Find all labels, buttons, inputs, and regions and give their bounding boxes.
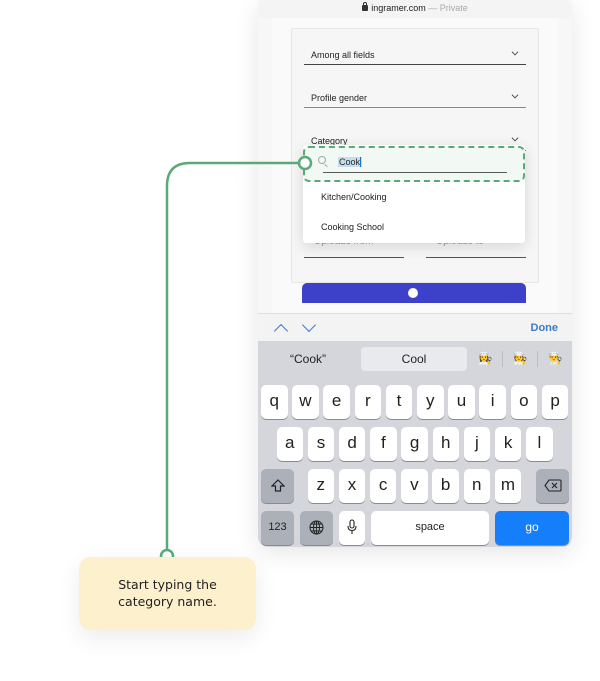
- key-v[interactable]: v: [401, 469, 428, 503]
- key-p[interactable]: p: [541, 385, 569, 419]
- key-m[interactable]: m: [494, 469, 522, 503]
- next-field-chevron-down-icon[interactable]: [301, 317, 317, 333]
- address-separator: —: [425, 3, 440, 13]
- key-y[interactable]: y: [417, 385, 444, 419]
- key-o[interactable]: o: [510, 385, 538, 419]
- select-label: Profile gender: [311, 93, 368, 103]
- address-bar[interactable]: ingramer.com — Private: [258, 0, 572, 18]
- predictive-bar: “Cook” Cool 👩‍🍳 🧑‍🍳 👨‍🍳: [258, 341, 572, 375]
- done-button[interactable]: Done: [531, 322, 559, 334]
- search-submit-button[interactable]: [302, 283, 526, 303]
- globe-icon: [309, 520, 324, 535]
- shift-icon: [270, 479, 285, 492]
- key-z[interactable]: z: [307, 469, 334, 503]
- callout-line-2: category name.: [118, 594, 217, 609]
- loading-dot: [408, 288, 418, 298]
- key-g[interactable]: g: [401, 427, 428, 461]
- profile-gender-select[interactable]: Profile gender: [304, 86, 526, 108]
- instruction-callout: Start typing the category name.: [79, 557, 256, 630]
- key-f[interactable]: f: [370, 427, 397, 461]
- backspace-icon: [543, 479, 562, 492]
- go-key[interactable]: go: [495, 511, 569, 545]
- keyboard-toolbar: Done: [258, 313, 572, 341]
- previous-field-chevron-up-icon[interactable]: [273, 323, 289, 339]
- emoji-suggestion[interactable]: 👨‍🍳: [546, 349, 564, 367]
- emoji-suggestion[interactable]: 🧑‍🍳: [511, 349, 529, 367]
- select-label: Among all fields: [311, 50, 375, 60]
- key-j[interactable]: j: [463, 427, 491, 461]
- key-q[interactable]: q: [261, 385, 288, 419]
- suggestion-divider: [502, 351, 503, 367]
- key-l[interactable]: l: [526, 427, 553, 461]
- key-t[interactable]: t: [385, 385, 413, 419]
- numbers-key[interactable]: 123: [261, 511, 294, 545]
- emoji-suggestion[interactable]: 👩‍🍳: [476, 349, 494, 367]
- key-e[interactable]: e: [323, 385, 350, 419]
- lock-icon: [362, 2, 369, 11]
- key-x[interactable]: x: [338, 469, 366, 503]
- key-b[interactable]: b: [432, 469, 459, 503]
- chevron-down-icon: [511, 48, 519, 56]
- suggestion-word[interactable]: Cool: [361, 347, 467, 371]
- suggestion-divider: [537, 351, 538, 367]
- dictation-key[interactable]: [339, 511, 365, 545]
- phone-screen: ingramer.com — Private Among all fields …: [258, 0, 572, 547]
- key-k[interactable]: k: [494, 427, 522, 461]
- key-s[interactable]: s: [307, 427, 335, 461]
- space-key[interactable]: space: [371, 511, 489, 545]
- address-domain: ingramer.com: [371, 3, 426, 13]
- private-label: Private: [439, 3, 468, 13]
- chevron-down-icon: [511, 134, 519, 142]
- among-all-fields-select[interactable]: Among all fields: [304, 43, 526, 65]
- globe-key[interactable]: [300, 511, 333, 545]
- on-screen-keyboard: “Cook” Cool 👩‍🍳 🧑‍🍳 👨‍🍳 qwertyuiop asdfg…: [258, 341, 572, 547]
- key-c[interactable]: c: [369, 469, 397, 503]
- chevron-down-icon: [511, 91, 519, 99]
- key-u[interactable]: u: [448, 385, 475, 419]
- key-i[interactable]: i: [479, 385, 506, 419]
- suggestion-literal[interactable]: “Cook”: [268, 347, 348, 371]
- shift-key[interactable]: [261, 469, 294, 503]
- key-n[interactable]: n: [463, 469, 490, 503]
- key-d[interactable]: d: [338, 427, 366, 461]
- key-w[interactable]: w: [292, 385, 319, 419]
- backspace-key[interactable]: [536, 469, 569, 503]
- callout-line-1: Start typing the: [118, 577, 217, 592]
- key-a[interactable]: a: [276, 427, 303, 461]
- microphone-icon: [347, 519, 357, 534]
- search-highlight-frame: [303, 146, 525, 182]
- key-r[interactable]: r: [354, 385, 382, 419]
- dropdown-option[interactable]: Kitchen/Cooking: [321, 192, 387, 202]
- key-h[interactable]: h: [432, 427, 459, 461]
- dropdown-option[interactable]: Cooking School: [321, 222, 384, 232]
